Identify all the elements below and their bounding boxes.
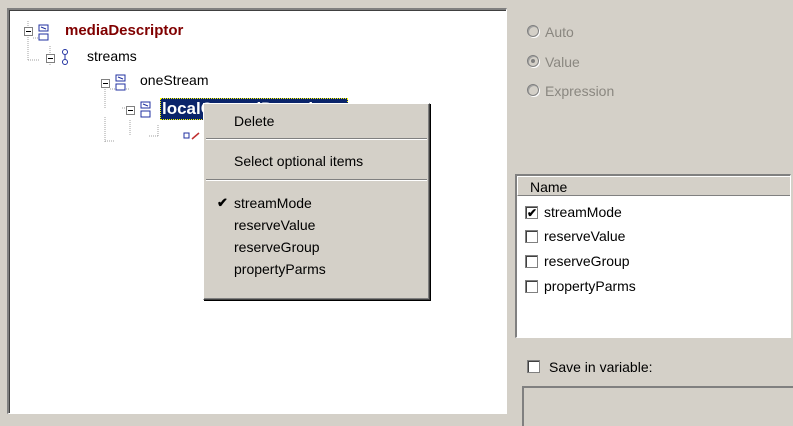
list-column-header[interactable]: Name [517,176,790,196]
menu-separator [206,179,427,181]
save-in-variable-label: Save in variable: [549,359,653,375]
structure-icon [38,24,49,41]
menu-item-select-optional[interactable]: Select optional items [207,150,426,172]
menu-item-label: reserveGroup [234,239,320,255]
checkbox[interactable] [525,255,538,268]
collapse-toggle[interactable] [24,27,33,36]
menu-separator [206,138,427,140]
tree-node-label[interactable]: mediaDescriptor [65,22,183,39]
menu-item-reserve-value[interactable]: reserveValue [207,214,426,236]
list-item-label: reserveValue [544,228,626,244]
menu-item-reserve-group[interactable]: reserveGroup [207,236,426,258]
menu-item-label: streamMode [234,195,312,211]
list-item-label: reserveGroup [544,253,630,269]
radio-label: Expression [545,83,615,99]
menu-item-property-parms[interactable]: propertyParms [207,258,426,280]
radio-label: Auto [545,24,574,40]
tree-node-label[interactable]: streams [87,48,137,64]
optional-items-list[interactable]: Name ✔ streamMode reserveValue reserveGr… [515,174,791,338]
collapse-toggle[interactable] [101,79,110,88]
check-mark-icon: ✔ [217,195,228,210]
checkbox[interactable] [525,230,538,243]
tree-node-label[interactable]: oneStream [140,72,208,88]
structure-icon [115,74,126,91]
menu-item-label: propertyParms [234,261,326,277]
choice-icon [62,49,68,65]
collapse-toggle[interactable] [126,106,135,115]
radio-button[interactable] [527,25,539,37]
menu-item-stream-mode[interactable]: ✔ streamMode [207,192,426,214]
radio-button[interactable] [527,84,539,96]
checkbox[interactable]: ✔ [525,206,538,220]
list-item-label: streamMode [544,204,622,220]
radio-button-selected[interactable] [527,55,539,67]
variable-name-field[interactable] [522,386,793,426]
radio-label: Value [545,54,580,70]
list-item-label: propertyParms [544,278,636,294]
collapse-toggle[interactable] [46,54,55,63]
checkbox[interactable] [525,280,538,293]
menu-item-delete[interactable]: Delete [207,110,426,132]
check-mark-icon: ✔ [527,206,538,220]
context-menu: Delete Select optional items ✔ streamMod… [203,103,430,300]
menu-item-label: reserveValue [234,217,316,233]
structure-icon [140,101,151,118]
field-icon [183,132,200,140]
checkbox[interactable] [527,360,540,373]
